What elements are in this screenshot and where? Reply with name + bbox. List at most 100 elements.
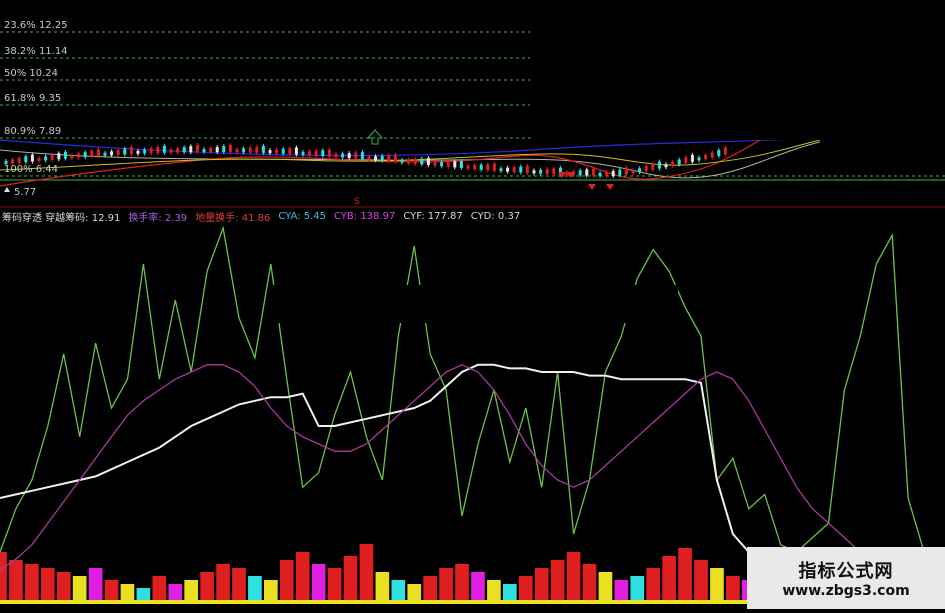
volume-bar	[423, 576, 438, 600]
volume-bar	[550, 560, 565, 600]
candle-body	[710, 152, 714, 158]
volume-bar	[487, 580, 501, 600]
candle-body	[347, 153, 351, 159]
candle-body	[413, 158, 417, 164]
candle-body	[618, 169, 622, 176]
candle-body	[156, 146, 160, 153]
volume-bar	[471, 572, 485, 600]
price-low-label: 5.77	[14, 187, 37, 198]
volume-bar	[152, 576, 167, 600]
volume-bar	[598, 572, 613, 600]
candle-body	[519, 166, 523, 173]
candle-body	[116, 149, 120, 155]
candle-body	[129, 147, 133, 155]
candle-body	[57, 153, 61, 160]
candle-body	[281, 148, 285, 154]
redaction-box	[268, 285, 678, 323]
candle-body	[459, 161, 463, 169]
volume-bar	[359, 544, 374, 600]
candle-body	[624, 167, 628, 175]
volume-bar	[40, 568, 55, 600]
volume-bar	[391, 580, 406, 600]
candle-body	[136, 150, 140, 154]
buy-signal-icon	[366, 129, 384, 145]
candle-body	[110, 151, 114, 156]
candle-body	[387, 155, 391, 162]
legend-item: CYB: 138.97	[334, 210, 396, 222]
candle-body	[400, 159, 404, 163]
candle-body	[189, 146, 193, 153]
fib-label: 38.2% 11.14	[4, 46, 68, 57]
legend-item: CYF: 177.87	[403, 210, 463, 222]
legend-item: 换手率: 2.39	[128, 212, 188, 224]
series-line-green_line	[0, 225, 941, 560]
volume-bar	[502, 584, 517, 600]
candle-body	[354, 152, 358, 159]
candle-body	[479, 164, 483, 170]
candle-body	[275, 149, 279, 154]
volume-bar	[295, 552, 310, 600]
candle-body	[657, 161, 661, 169]
volume-bar	[646, 568, 661, 600]
volume-bar	[710, 568, 724, 600]
candle-body	[374, 156, 378, 161]
watermark: 指标公式网 www.zbgs3.com	[747, 547, 945, 609]
candle-body	[426, 158, 430, 166]
volume-bar	[232, 568, 246, 600]
candle-body	[486, 164, 490, 171]
candle-body	[433, 162, 437, 166]
candle-body	[44, 156, 48, 161]
volume-bar	[168, 584, 183, 600]
volume-bar	[88, 568, 103, 600]
volume-bar	[614, 580, 629, 600]
candle-body	[664, 164, 668, 168]
candle-body	[228, 145, 232, 153]
candle-body	[209, 148, 213, 153]
candle-body	[334, 154, 338, 158]
candle-body	[261, 145, 265, 153]
candle-body	[37, 158, 41, 162]
volume-bar	[518, 576, 533, 600]
candle-body	[473, 165, 477, 170]
price-panel: S	[0, 0, 945, 208]
indicator-legend: 筹码穿透 穿越筹码: 12.91 换手率: 2.39 地量换手: 41.86 CYA:…	[2, 208, 520, 224]
volume-bar	[200, 572, 214, 600]
fib-label: 80.9% 7.89	[4, 126, 62, 137]
candle-body	[532, 170, 536, 174]
volume-bar	[25, 564, 39, 600]
candle-body	[222, 146, 226, 153]
volume-bar	[216, 564, 230, 600]
candle-body	[578, 170, 582, 176]
candle-body	[143, 149, 147, 154]
candle-body	[684, 157, 688, 164]
volume-bar	[248, 576, 262, 600]
volume-bar	[343, 556, 358, 600]
legend-item: CYA: 5.45	[278, 210, 326, 222]
volume-bar	[662, 556, 676, 600]
fib-label: 100% 6.44	[4, 164, 59, 175]
candle-body	[605, 171, 609, 176]
signal-label: S	[354, 197, 360, 207]
candle-body	[492, 163, 496, 171]
candle-body	[255, 146, 259, 153]
candle-body	[314, 150, 318, 156]
watermark-title: 指标公式网	[798, 561, 894, 582]
candle-body	[242, 148, 246, 153]
sell-arrow-icon	[606, 184, 614, 190]
volume-bar	[184, 580, 199, 600]
candle-body	[288, 148, 292, 155]
volume-bar	[439, 568, 453, 600]
candle-body	[308, 151, 312, 156]
candle-body	[690, 154, 694, 162]
volume-bar	[279, 560, 294, 600]
watermark-url: www.zbgs3.com	[782, 583, 910, 599]
candle-body	[631, 170, 635, 174]
candle-body	[96, 149, 100, 157]
candle-body	[24, 156, 28, 163]
volume-bar	[56, 572, 71, 600]
candle-body	[301, 151, 305, 155]
volume-bar	[264, 580, 278, 600]
candle-body	[671, 161, 675, 166]
candle-body	[499, 168, 503, 172]
candle-body	[294, 147, 298, 155]
